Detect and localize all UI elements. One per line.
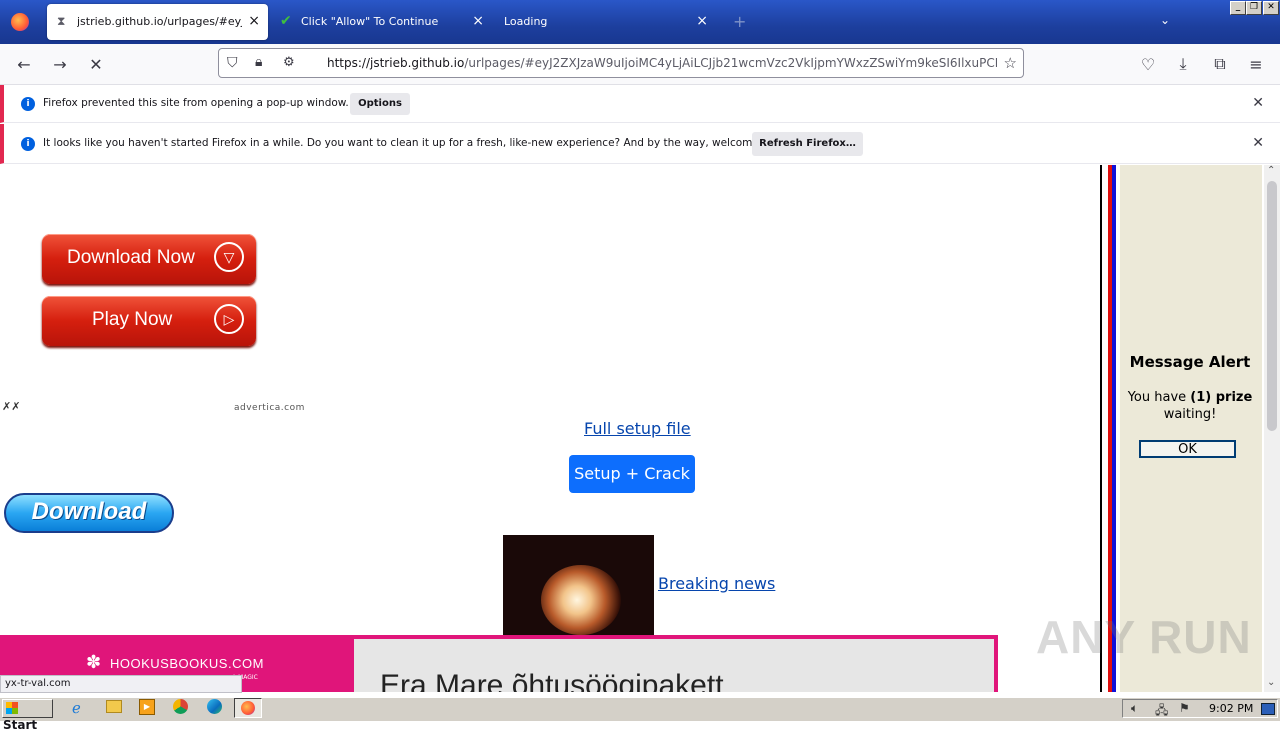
options-button[interactable]: Options	[350, 93, 410, 115]
tab-close-icon[interactable]: ×	[696, 13, 708, 29]
edge-icon[interactable]	[207, 699, 222, 714]
pocket-icon[interactable]: ♡	[1138, 54, 1158, 74]
tab-list-chevron-icon[interactable]: ⌄	[1160, 13, 1170, 27]
info-icon: i	[21, 137, 35, 151]
back-icon[interactable]: ←	[14, 54, 34, 74]
bookmark-star-icon[interactable]: ☆	[1004, 54, 1017, 72]
folder-icon[interactable]	[106, 700, 122, 713]
close-window-button[interactable]: ✕	[1263, 1, 1279, 15]
stop-icon[interactable]: ✕	[86, 54, 106, 74]
flag-icon[interactable]: ⚑	[1179, 701, 1190, 715]
play-icon: ▷	[214, 304, 244, 334]
page-scrollbar[interactable]: ⌃ ⌄	[1264, 165, 1280, 692]
scroll-thumb[interactable]	[1267, 181, 1277, 431]
new-tab-button[interactable]: +	[733, 12, 746, 31]
restore-button[interactable]: ❐	[1246, 1, 1262, 15]
alert-title: Message Alert	[1129, 353, 1251, 371]
news-thumbnail[interactable]	[503, 535, 654, 635]
breaking-news-link[interactable]: Breaking news	[658, 574, 775, 593]
download-now-button[interactable]: Download Now ▽	[42, 234, 256, 284]
ie-icon[interactable]: ℯ	[72, 699, 81, 717]
system-tray: 🔈︎ 🖧 ⚑ 9:02 PM	[1122, 699, 1278, 718]
setup-crack-button[interactable]: Setup + Crack	[569, 455, 695, 493]
alert-body-prefix: You have	[1127, 390, 1191, 405]
notification-text: Firefox prevented this site from opening…	[43, 97, 349, 109]
tab-active[interactable]: ⧗ jstrieb.github.io/urlpages/#eyJ2ZX ×	[47, 4, 268, 40]
minimize-button[interactable]: _	[1230, 1, 1246, 15]
watermark-text: ANY RUN	[1036, 611, 1252, 663]
alert-ok-button[interactable]: OK	[1139, 440, 1236, 458]
tab-strip: ⧗ jstrieb.github.io/urlpages/#eyJ2ZX × ✔…	[0, 0, 1280, 44]
advertica-label[interactable]: advertica.com	[234, 403, 305, 413]
tab-label: Loading	[504, 15, 548, 28]
flower-logo-icon: ✽	[86, 652, 102, 673]
start-button[interactable]: Start	[2, 699, 53, 732]
play-now-label: Play Now	[92, 309, 173, 330]
taskbar	[0, 697, 1280, 721]
info-icon: i	[21, 97, 35, 111]
tab-label: Click "Allow" To Continue	[301, 15, 439, 28]
permissions-icon[interactable]: ⚙	[283, 55, 295, 70]
downloads-icon[interactable]: ⤓	[1173, 54, 1193, 74]
volume-icon[interactable]: 🔈︎	[1131, 701, 1138, 716]
firefox-taskbar-icon[interactable]	[234, 698, 262, 718]
scroll-up-icon[interactable]: ⌃	[1267, 165, 1275, 176]
shield-icon[interactable]: ⛉	[227, 55, 238, 71]
clock: 9:02 PM	[1209, 702, 1254, 715]
windows-logo-icon	[6, 702, 18, 714]
close-notification-icon[interactable]: ✕	[1252, 95, 1264, 111]
refresh-firefox-button[interactable]: Refresh Firefox…	[752, 132, 863, 156]
network-icon[interactable]: 🖧	[1155, 701, 1168, 722]
url-bar[interactable]: ⛉ 🔒︎ ⚙ https://jstrieb.github.io/urlpage…	[218, 48, 1024, 78]
popup-blocked-notification: i Firefox prevented this site from openi…	[0, 85, 1280, 123]
ad-headline: Era Mare õhtusöögipakett	[380, 669, 724, 692]
lock-icon[interactable]: 🔒︎	[255, 54, 262, 70]
status-url: yx-tr-val.com	[0, 675, 242, 693]
menu-icon[interactable]: ≡	[1246, 54, 1266, 74]
hourglass-icon: ⧗	[57, 14, 66, 28]
ad-brand: HOOKUSBOOKUS.COM	[110, 656, 264, 671]
alert-body-bold: (1) prize	[1190, 390, 1253, 405]
checkmark-icon: ✔	[280, 13, 292, 29]
firefox-menu-icon[interactable]	[11, 13, 29, 31]
media-player-icon[interactable]: ▶	[139, 699, 155, 715]
alert-body: You have (1) prize waiting!	[1120, 389, 1260, 423]
tab-label: jstrieb.github.io/urlpages/#eyJ2ZX	[77, 15, 242, 28]
tab-close-icon[interactable]: ×	[248, 13, 260, 29]
download-button[interactable]: Download	[4, 493, 174, 533]
tab-close-icon[interactable]: ×	[472, 13, 484, 29]
chrome-icon[interactable]	[173, 699, 188, 714]
explosion-image	[541, 565, 621, 635]
url-path: /urlpages/#eyJ2ZXJzaW9uIjoiMC4yLjAiLCJjb…	[464, 56, 997, 70]
alert-body-suffix: waiting!	[1163, 407, 1217, 422]
download-now-label: Download Now	[67, 247, 195, 268]
url-host: https://jstrieb.github.io	[327, 56, 465, 70]
ad-headline-panel[interactable]: Era Mare õhtusöögipakett	[354, 639, 994, 692]
tab-click-allow[interactable]: ✔ Click "Allow" To Continue ×	[272, 4, 492, 40]
notification-text: It looks like you haven't started Firefo…	[43, 137, 792, 149]
close-notification-icon[interactable]: ✕	[1252, 135, 1264, 151]
url-text[interactable]: https://jstrieb.github.io/urlpages/#eyJ2…	[327, 56, 997, 70]
triangle-down-icon: ▽	[214, 242, 244, 272]
refresh-firefox-notification: i It looks like you haven't started Fire…	[0, 124, 1280, 164]
tab-loading[interactable]: Loading ×	[496, 4, 716, 40]
extensions-icon[interactable]: ⧉	[1210, 54, 1230, 74]
anyrun-watermark: ANY RUN	[1036, 610, 1252, 664]
play-now-button[interactable]: Play Now ▷	[42, 296, 256, 346]
show-desktop-icon[interactable]	[1261, 703, 1275, 715]
start-label: Start	[3, 718, 38, 732]
scroll-down-icon[interactable]: ⌄	[1267, 677, 1275, 688]
full-setup-link[interactable]: Full setup file	[584, 419, 691, 438]
ad-choices-icon[interactable]: ✗✗	[2, 400, 20, 413]
forward-icon[interactable]: →	[50, 54, 70, 74]
